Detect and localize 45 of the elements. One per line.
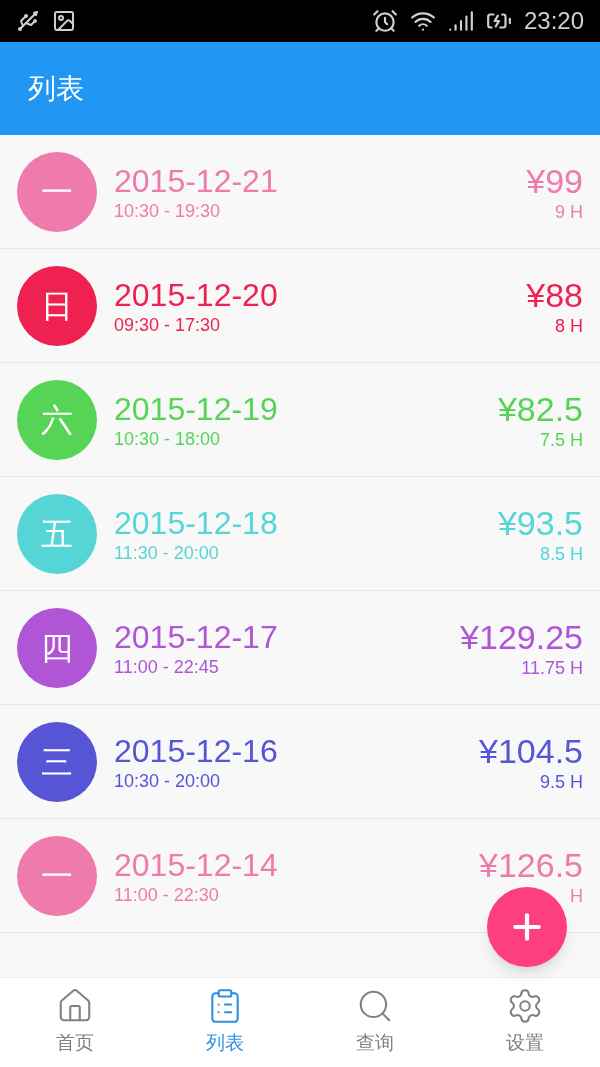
amount: ¥129.25: [460, 616, 583, 657]
usb-icon: [16, 9, 40, 33]
hours: 11.75 H: [521, 656, 583, 679]
time-range: 10:30 - 18:00: [114, 427, 222, 450]
nav-tab[interactable]: 设置: [450, 978, 600, 1067]
record-date: 2015-12-21: [114, 161, 279, 200]
time-range: 11:00 - 22:30: [114, 883, 220, 906]
hours: 8.5 H: [539, 542, 583, 565]
nav-tab[interactable]: 查询: [300, 978, 450, 1067]
record-date: 2015-12-14: [114, 845, 279, 884]
time-range: 11:00 - 22:45: [114, 655, 220, 678]
record-date: 2015-12-20: [114, 275, 279, 314]
hours: 8 H: [555, 314, 583, 337]
weekday-badge: 日: [17, 265, 97, 346]
signal-icon: [447, 8, 474, 34]
weekday-badge: 一: [17, 151, 97, 232]
weekday-badge: 六: [17, 379, 97, 460]
hours: 9 H: [555, 200, 583, 223]
amount: ¥104.5: [479, 730, 583, 771]
nav-tab[interactable]: 列表: [150, 978, 300, 1067]
weekday-badge: 一: [17, 835, 97, 916]
time-range: 10:30 - 19:30: [114, 199, 222, 222]
hours: 9.5 H: [539, 770, 583, 793]
time-range: 09:30 - 17:30: [114, 313, 222, 336]
weekday-badge: 三: [17, 721, 97, 802]
alarm-icon: [371, 8, 398, 34]
time-range: 10:30 - 20:00: [114, 769, 222, 792]
record-date: 2015-12-18: [114, 503, 279, 542]
amount: ¥93.5: [497, 502, 583, 543]
hours: H: [570, 884, 583, 907]
record-date: 2015-12-17: [114, 617, 279, 656]
amount: ¥99: [526, 160, 583, 201]
amount: ¥82.5: [497, 388, 583, 429]
amount: ¥126.5: [479, 844, 583, 885]
weekday-badge: 五: [17, 493, 97, 574]
time-range: 11:30 - 20:00: [114, 541, 220, 564]
record-date: 2015-12-19: [114, 389, 279, 428]
hours: 7.5 H: [539, 428, 583, 451]
page-title: 列表: [28, 71, 84, 106]
weekday-badge: 四: [17, 607, 97, 688]
amount: ¥88: [526, 274, 583, 315]
nav-tab[interactable]: 首页: [0, 978, 150, 1067]
clock: 23:20: [523, 6, 584, 36]
record-date: 2015-12-16: [114, 731, 279, 770]
image-icon: [52, 9, 76, 33]
